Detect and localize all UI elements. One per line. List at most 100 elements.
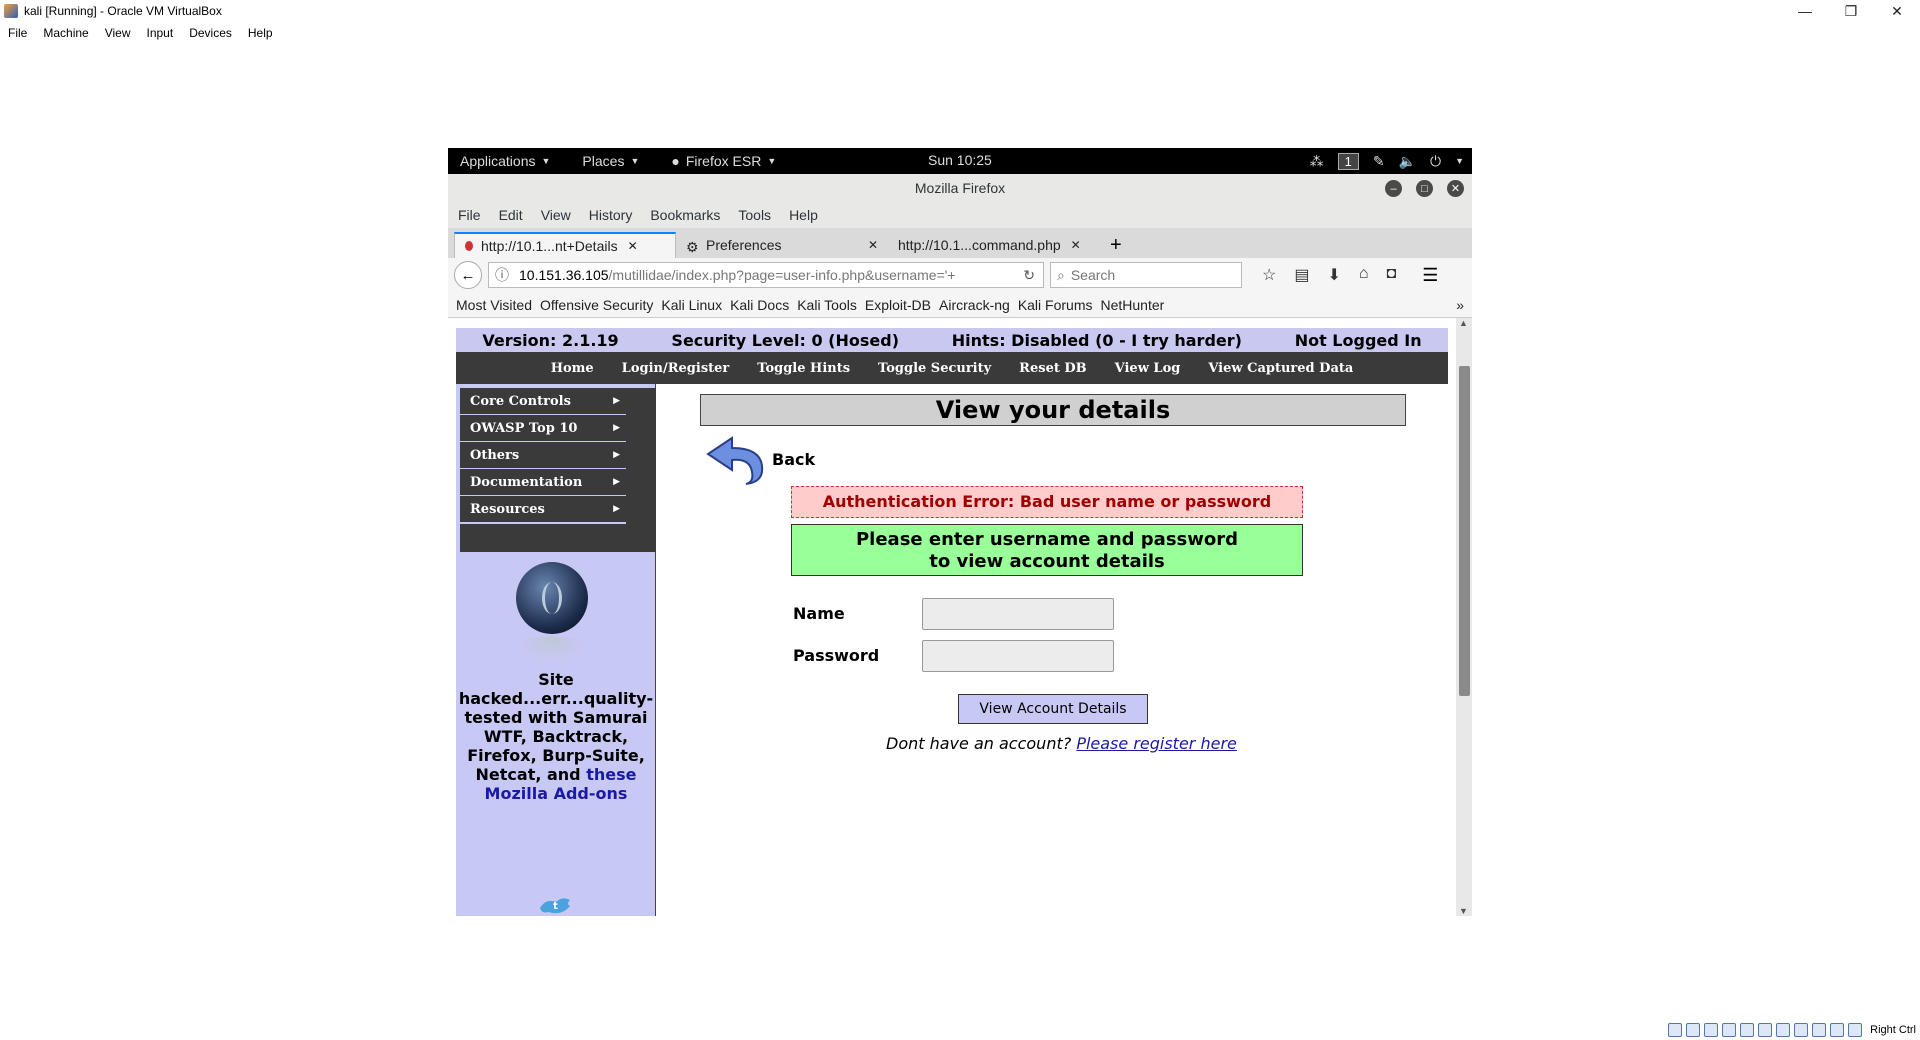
vbox-menu-view[interactable]: View bbox=[97, 26, 139, 40]
bookmark-aircrack-ng[interactable]: Aircrack-ng bbox=[939, 297, 1010, 313]
side-menu-documentation[interactable]: Documentation ▶ bbox=[460, 469, 626, 497]
search-input[interactable]: ⌕ Search bbox=[1050, 262, 1242, 288]
ff-menu-history[interactable]: History bbox=[589, 207, 633, 223]
minimize-icon[interactable]: – bbox=[1385, 180, 1402, 197]
ff-menu-bookmarks[interactable]: Bookmarks bbox=[650, 207, 720, 223]
vbox-menu-input[interactable]: Input bbox=[139, 26, 182, 40]
prompt-line-1: Please enter username and password bbox=[855, 529, 1239, 550]
bookmark-most-visited[interactable]: Most Visited bbox=[456, 297, 532, 313]
view-account-details-button[interactable]: View Account Details bbox=[958, 694, 1148, 724]
ff-menu-file[interactable]: File bbox=[458, 207, 481, 223]
side-menu-owasp-top-10[interactable]: OWASP Top 10 ▶ bbox=[460, 415, 626, 443]
nav-home[interactable]: Home bbox=[551, 361, 594, 376]
bookmark-exploit-db[interactable]: Exploit-DB bbox=[865, 297, 931, 313]
back-link[interactable]: Back bbox=[772, 450, 815, 469]
restore-icon[interactable]: ❐ bbox=[1828, 0, 1874, 22]
volume-icon[interactable]: 🔈 bbox=[1399, 153, 1416, 170]
close-tab-icon[interactable]: ✕ bbox=[628, 239, 638, 253]
clock[interactable]: Sun 10:25 bbox=[928, 152, 992, 168]
login-status-label: Not Logged In bbox=[1294, 330, 1422, 350]
mouse-integration-icon[interactable] bbox=[1830, 1023, 1845, 1037]
nav-view-captured-data[interactable]: View Captured Data bbox=[1208, 361, 1353, 376]
places-label: Places bbox=[582, 153, 625, 169]
ff-menu-tools[interactable]: Tools bbox=[738, 207, 771, 223]
side-menu-core-controls[interactable]: Core Controls ▶ bbox=[460, 388, 626, 416]
bookmark-kali-linux[interactable]: Kali Linux bbox=[661, 297, 722, 313]
display-icon[interactable] bbox=[1776, 1023, 1791, 1037]
tab-preferences[interactable]: ⚙ Preferences ✕ bbox=[676, 232, 888, 258]
tested-with-text: Site hacked...err...quality-tested with … bbox=[458, 670, 654, 803]
network-adapter-icon[interactable] bbox=[1722, 1023, 1737, 1037]
pocket-icon[interactable]: ◘ bbox=[1387, 265, 1397, 285]
side-menu-resources[interactable]: Resources ▶ bbox=[460, 496, 626, 524]
minimize-icon[interactable]: — bbox=[1782, 0, 1828, 22]
ff-menu-help[interactable]: Help bbox=[789, 207, 818, 223]
maximize-icon[interactable]: □ bbox=[1416, 180, 1433, 197]
close-icon[interactable]: ✕ bbox=[1447, 180, 1464, 197]
network-icon[interactable]: ⁂ bbox=[1310, 153, 1324, 170]
applications-menu[interactable]: Applications ▼ bbox=[460, 153, 550, 169]
vbox-titlebar: kali [Running] - Oracle VM VirtualBox — … bbox=[0, 0, 1920, 22]
ff-menu-view[interactable]: View bbox=[541, 207, 571, 223]
reload-icon[interactable]: ↻ bbox=[1015, 267, 1043, 284]
close-icon[interactable]: ✕ bbox=[1874, 0, 1920, 22]
places-menu[interactable]: Places ▼ bbox=[582, 153, 639, 169]
more-bookmarks-icon[interactable]: » bbox=[1456, 297, 1464, 313]
ff-menu-edit[interactable]: Edit bbox=[499, 207, 523, 223]
home-icon[interactable]: ⌂ bbox=[1359, 265, 1369, 285]
tool-icon[interactable]: ✎ bbox=[1373, 153, 1385, 170]
hamburger-menu-icon[interactable]: ☰ bbox=[1422, 265, 1438, 286]
shared-folders-icon[interactable] bbox=[1758, 1023, 1773, 1037]
bookmark-star-icon[interactable]: ☆ bbox=[1262, 265, 1276, 285]
firefox-app-menu[interactable]: ● Firefox ESR ▼ bbox=[671, 153, 776, 169]
library-icon[interactable]: ▤ bbox=[1294, 265, 1309, 285]
download-icon[interactable]: ⬇ bbox=[1327, 265, 1340, 285]
scrollbar-thumb[interactable] bbox=[1459, 366, 1470, 696]
close-tab-icon[interactable]: ✕ bbox=[868, 238, 878, 252]
register-link[interactable]: Please register here bbox=[1076, 734, 1237, 753]
back-button[interactable]: ← bbox=[454, 261, 482, 289]
bookmark-kali-docs[interactable]: Kali Docs bbox=[730, 297, 789, 313]
usb-icon[interactable] bbox=[1740, 1023, 1755, 1037]
chevron-down-icon: ▼ bbox=[630, 156, 640, 166]
optical-drive-icon[interactable] bbox=[1686, 1023, 1701, 1037]
tab-user-info[interactable]: http://10.1...nt+Details ✕ bbox=[454, 232, 676, 258]
bookmark-offensive-security[interactable]: Offensive Security bbox=[540, 297, 653, 313]
side-menu-others[interactable]: Others ▶ bbox=[460, 442, 626, 470]
nav-login-register[interactable]: Login/Register bbox=[622, 361, 730, 376]
keyboard-capture-icon[interactable] bbox=[1848, 1023, 1863, 1037]
bookmark-kali-tools[interactable]: Kali Tools bbox=[797, 297, 857, 313]
close-tab-icon[interactable]: ✕ bbox=[1071, 238, 1081, 252]
page-content: Version: 2.1.19 Security Level: 0 (Hosed… bbox=[448, 318, 1472, 916]
cpu-icon[interactable] bbox=[1812, 1023, 1827, 1037]
nav-toggle-security[interactable]: Toggle Security bbox=[878, 361, 991, 376]
site-info-icon[interactable]: ⓘ bbox=[495, 265, 509, 285]
name-field[interactable] bbox=[922, 598, 1114, 630]
bookmark-kali-forums[interactable]: Kali Forums bbox=[1018, 297, 1093, 313]
tab-command[interactable]: http://10.1...command.php ✕ bbox=[888, 232, 1100, 258]
url-bar[interactable]: ⓘ 10.151.36.105 /mutillidae/index.php?pa… bbox=[488, 262, 1044, 288]
bookmark-nethunter[interactable]: NetHunter bbox=[1101, 297, 1165, 313]
scroll-down-icon[interactable]: ▼ bbox=[1459, 906, 1468, 916]
scroll-up-icon[interactable]: ▲ bbox=[1459, 318, 1468, 328]
hard-disk-icon[interactable] bbox=[1668, 1023, 1683, 1037]
back-arrow-icon[interactable] bbox=[702, 432, 766, 486]
vbox-menu-machine[interactable]: Machine bbox=[35, 26, 96, 40]
vbox-window-controls: — ❐ ✕ bbox=[1782, 0, 1920, 22]
password-field[interactable] bbox=[922, 640, 1114, 672]
audio-icon[interactable] bbox=[1704, 1023, 1719, 1037]
vbox-menu-file[interactable]: File bbox=[0, 26, 35, 40]
nav-view-log[interactable]: View Log bbox=[1115, 361, 1181, 376]
nav-toggle-hints[interactable]: Toggle Hints bbox=[757, 361, 850, 376]
vbox-menu-devices[interactable]: Devices bbox=[181, 26, 240, 40]
workspace-indicator[interactable]: 1 bbox=[1337, 152, 1359, 170]
power-icon[interactable]: ⏻ bbox=[1430, 153, 1441, 170]
chevron-down-icon[interactable]: ▼ bbox=[1455, 156, 1464, 166]
nav-reset-db[interactable]: Reset DB bbox=[1019, 361, 1086, 376]
video-capture-icon[interactable] bbox=[1794, 1023, 1809, 1037]
vertical-scrollbar[interactable]: ▲ ▼ bbox=[1456, 318, 1472, 916]
site-nav: Home Login/Register Toggle Hints Toggle … bbox=[456, 352, 1448, 384]
new-tab-button[interactable]: + bbox=[1100, 232, 1132, 258]
vbox-menu-help[interactable]: Help bbox=[240, 26, 281, 40]
twitter-bird-icon[interactable]: t bbox=[536, 896, 576, 916]
